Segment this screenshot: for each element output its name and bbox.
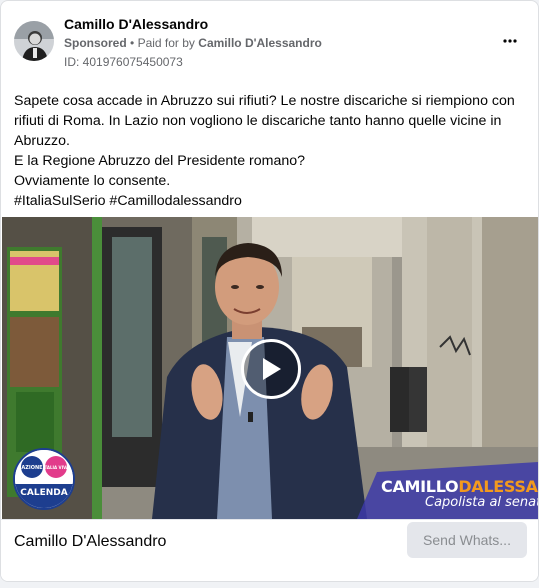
send-whatsapp-button[interactable]: Send Whats... (407, 522, 527, 558)
more-horizontal-icon (503, 39, 517, 43)
play-button[interactable] (241, 339, 301, 399)
post-text-line: Ovviamente lo consente. (14, 173, 171, 189)
sponsor-line: Sponsored • Paid for by Camillo D'Alessa… (64, 36, 322, 50)
overlay-first-name: CAMILLO (381, 477, 459, 496)
overlay-last-name: DALESSANDRO (458, 477, 538, 496)
avatar[interactable] (14, 21, 54, 61)
play-icon (263, 358, 281, 380)
post-text-line: E la Regione Abruzzo del Presidente roma… (14, 153, 306, 169)
sponsored-label: Sponsored (64, 36, 127, 50)
logo-right-text: ITALIA VIVA (43, 465, 70, 470)
hashtags[interactable]: #ItaliaSulSerio #Camillodalessandro (14, 191, 526, 211)
ad-id: ID: 401976075450073 (64, 55, 183, 69)
post-text-line: rifiuti di Roma. In Lazio non vogliono l… (14, 113, 502, 129)
post-text-line: Sapete cosa accade in Abruzzo sui rifiut… (14, 93, 515, 109)
ad-footer: Camillo D'Alessandro Send Whats... (1, 519, 538, 581)
page-name[interactable]: Camillo D'Alessandro (64, 16, 208, 32)
logo-text: CALENDA (20, 488, 68, 498)
post-header: Camillo D'Alessandro Sponsored • Paid fo… (1, 1, 538, 81)
more-options-button[interactable] (498, 29, 522, 53)
footer-page-name[interactable]: Camillo D'Alessandro (14, 533, 166, 551)
separator: • (130, 36, 135, 50)
post-text: Sapete cosa accade in Abruzzo sui rifiut… (14, 91, 526, 211)
logo-top: AZIONE ITALIA VIVA (15, 450, 73, 484)
logo-left-text: AZIONE (21, 465, 43, 471)
paid-for-name: Camillo D'Alessandro (198, 36, 322, 50)
paid-for-label: Paid for by (137, 36, 195, 50)
overlay-subtitle: Capolista al senato (425, 495, 539, 510)
overlay-name: CAMILLODALESSANDRO (381, 477, 538, 496)
party-logo: AZIONE ITALIA VIVA CALENDA (13, 448, 75, 510)
ad-card: Camillo D'Alessandro Sponsored • Paid fo… (0, 0, 539, 582)
post-text-line: Abruzzo. (14, 133, 70, 149)
